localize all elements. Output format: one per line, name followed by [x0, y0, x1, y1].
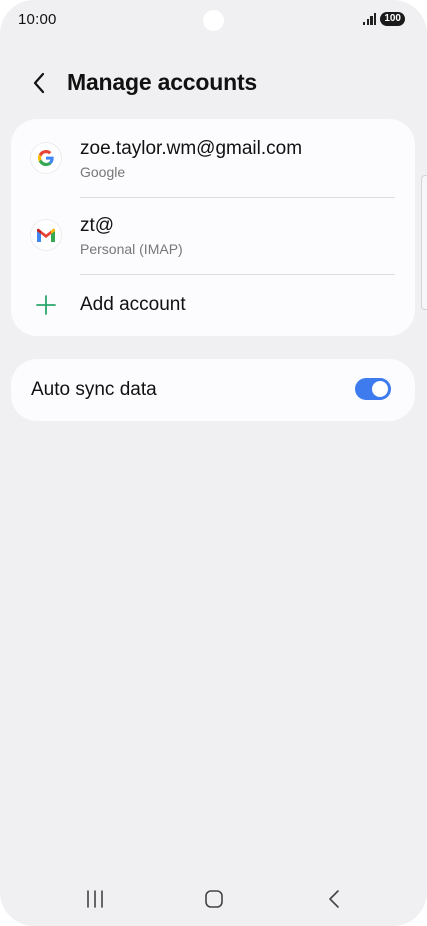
status-time: 10:00 [18, 11, 57, 28]
gmail-icon [31, 220, 61, 250]
home-icon [205, 890, 223, 908]
auto-sync-toggle[interactable] [355, 378, 391, 400]
account-type: Google [80, 164, 126, 180]
back-button[interactable] [24, 68, 54, 98]
google-icon [31, 143, 61, 173]
toggle-knob [372, 381, 388, 397]
page-title: Manage accounts [67, 69, 257, 95]
google-logo [38, 150, 54, 166]
phone-screen: 10:00 100 Manage accounts zoe.taylor.wm@… [0, 0, 427, 926]
nav-back-button[interactable] [314, 882, 354, 916]
back-icon [329, 890, 339, 908]
account-email: zoe.taylor.wm@gmail.com [80, 138, 303, 159]
add-account-button[interactable]: Add account [11, 275, 415, 336]
status-bar: 10:00 100 [0, 0, 427, 42]
plus-icon [36, 295, 56, 315]
signal-icon [363, 13, 377, 25]
auto-sync-label: Auto sync data [31, 379, 157, 400]
battery-icon: 100 [380, 12, 405, 26]
auto-sync-card: Auto sync data [11, 359, 415, 421]
account-email: zt@ [80, 215, 115, 236]
navigation-bar [0, 874, 427, 926]
recents-icon [87, 890, 103, 908]
add-account-label: Add account [80, 294, 186, 315]
home-button[interactable] [194, 882, 234, 916]
app-bar: Manage accounts [0, 62, 427, 106]
front-camera [203, 10, 224, 31]
account-row-google[interactable]: zoe.taylor.wm@gmail.com Google [11, 119, 415, 197]
gmail-logo [37, 228, 55, 242]
chevron-left-icon [33, 72, 45, 94]
account-row-imap[interactable]: zt@ Personal (IMAP) [11, 198, 415, 274]
accounts-card: zoe.taylor.wm@gmail.com Google zt@ Perso… [11, 119, 415, 336]
edge-panel-handle[interactable] [421, 175, 427, 310]
account-type: Personal (IMAP) [80, 241, 183, 257]
recents-button[interactable] [75, 882, 115, 916]
status-icons: 100 [363, 12, 405, 26]
